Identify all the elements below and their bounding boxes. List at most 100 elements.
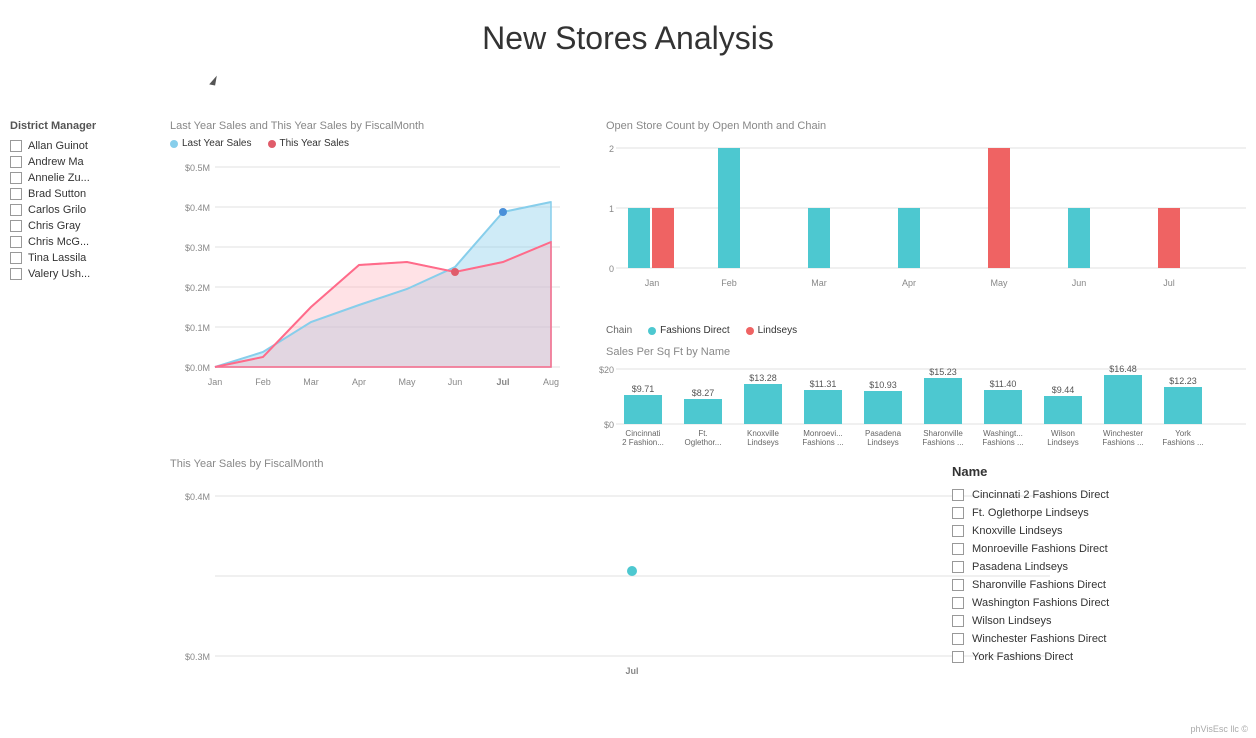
legend-checkbox[interactable]	[952, 651, 964, 663]
legend-panel-item[interactable]: Pasadena Lindseys	[952, 561, 1240, 573]
sidebar-checkbox[interactable]	[10, 140, 22, 152]
sidebar-item[interactable]: Annelie Zu...	[10, 172, 150, 184]
legend-panel-item[interactable]: York Fashions Direct	[952, 651, 1240, 663]
svg-text:Feb: Feb	[721, 278, 737, 288]
svg-text:Washingt...: Washingt...	[983, 429, 1023, 438]
sidebar-checkbox[interactable]	[10, 220, 22, 232]
chart-tr-title: Open Store Count by Open Month and Chain	[606, 120, 1246, 132]
svg-text:Jul: Jul	[1163, 278, 1175, 288]
legend-checkbox[interactable]	[952, 633, 964, 645]
svg-text:Jul: Jul	[496, 377, 509, 387]
legend-checkbox[interactable]	[952, 579, 964, 591]
sidebar-item[interactable]: Andrew Ma	[10, 156, 150, 168]
svg-text:Fashions ...: Fashions ...	[1102, 438, 1143, 447]
legend-panel-item[interactable]: Sharonville Fashions Direct	[952, 579, 1240, 591]
legend-panel-item[interactable]: Ft. Oglethorpe Lindseys	[952, 507, 1240, 519]
svg-text:$16.48: $16.48	[1109, 364, 1137, 374]
svg-text:$11.40: $11.40	[990, 379, 1017, 389]
sidebar-item[interactable]: Chris Gray	[10, 220, 150, 232]
svg-text:Knoxville: Knoxville	[747, 429, 780, 438]
svg-text:Mar: Mar	[811, 278, 827, 288]
svg-text:Lindseys: Lindseys	[1047, 438, 1079, 447]
main-content: Last Year Sales and This Year Sales by F…	[160, 110, 1256, 738]
sidebar-label: Brad Sutton	[28, 188, 86, 200]
legend-item-label: Winchester Fashions Direct	[972, 633, 1107, 645]
svg-text:May: May	[398, 377, 416, 387]
dot-red-jun	[451, 268, 459, 276]
legend-checkbox[interactable]	[952, 615, 964, 627]
sidebar-label: Annelie Zu...	[28, 172, 90, 184]
sidebar-checkbox[interactable]	[10, 252, 22, 264]
sidebar-item[interactable]: Tina Lassila	[10, 252, 150, 264]
this-year-dot	[268, 140, 276, 148]
legend-item-label: Sharonville Fashions Direct	[972, 579, 1106, 591]
chart-bl-title: This Year Sales by FiscalMonth	[170, 458, 1070, 470]
svg-text:$12.23: $12.23	[1169, 376, 1197, 386]
legend-item-label: Knoxville Lindseys	[972, 525, 1063, 537]
fashions-legend-item: Fashions Direct	[648, 325, 729, 336]
cursor-icon	[209, 75, 217, 86]
svg-text:$0.5M: $0.5M	[185, 163, 210, 173]
svg-text:Jan: Jan	[208, 377, 223, 387]
svg-text:Pasadena: Pasadena	[865, 429, 902, 438]
legend-checkbox[interactable]	[952, 561, 964, 573]
legend-checkbox[interactable]	[952, 489, 964, 501]
legend-item-label: Wilson Lindseys	[972, 615, 1051, 627]
legend-item-label: York Fashions Direct	[972, 651, 1073, 663]
sidebar-checkbox[interactable]	[10, 268, 22, 280]
legend-checkbox[interactable]	[952, 597, 964, 609]
sidebar-item[interactable]: Valery Ush...	[10, 268, 150, 280]
sidebar-item[interactable]: Allan Guinot	[10, 140, 150, 152]
legend-panel-item[interactable]: Wilson Lindseys	[952, 615, 1240, 627]
svg-text:Oglethor...: Oglethor...	[685, 438, 722, 447]
legend-panel-item[interactable]: Washington Fashions Direct	[952, 597, 1240, 609]
svg-text:Jun: Jun	[448, 377, 463, 387]
legend-panel-item[interactable]: Winchester Fashions Direct	[952, 633, 1240, 645]
chart-last-year-sales: Last Year Sales and This Year Sales by F…	[160, 110, 580, 430]
svg-text:Ft.: Ft.	[698, 429, 707, 438]
sidebar-checkbox[interactable]	[10, 204, 22, 216]
sales-sqft-title: Sales Per Sq Ft by Name	[606, 346, 1246, 358]
svg-text:$13.28: $13.28	[749, 373, 777, 383]
sidebar-checkbox[interactable]	[10, 156, 22, 168]
fashions-legend-dot	[648, 327, 656, 335]
svg-text:Mar: Mar	[303, 377, 319, 387]
legend-checkbox[interactable]	[952, 525, 964, 537]
sidebar-checkbox[interactable]	[10, 188, 22, 200]
legend-checkbox[interactable]	[952, 543, 964, 555]
last-year-dot	[170, 140, 178, 148]
last-year-label: Last Year Sales	[182, 138, 252, 149]
legend-panel-item[interactable]: Monroeville Fashions Direct	[952, 543, 1240, 555]
svg-text:Apr: Apr	[352, 377, 366, 387]
svg-text:Fashions ...: Fashions ...	[1162, 438, 1203, 447]
svg-text:Jul: Jul	[625, 666, 638, 676]
area-chart-svg: $0.5M $0.4M $0.3M $0.2M $0.1M $0.0M Ja	[170, 157, 560, 397]
svg-text:$9.71: $9.71	[632, 384, 655, 394]
sidebar-label: Valery Ush...	[28, 268, 90, 280]
sidebar-label: Allan Guinot	[28, 140, 88, 152]
legend-panel-title: Name	[952, 464, 1240, 479]
legend-panel-item[interactable]: Cincinnati 2 Fashions Direct	[952, 489, 1240, 501]
svg-text:$0.0M: $0.0M	[185, 363, 210, 373]
svg-text:Fashions ...: Fashions ...	[802, 438, 843, 447]
dot-this-year-jul	[627, 566, 637, 576]
sidebar-item[interactable]: Brad Sutton	[10, 188, 150, 200]
svg-text:Feb: Feb	[255, 377, 271, 387]
sidebar-label: Chris McG...	[28, 236, 89, 248]
svg-text:$0.4M: $0.4M	[185, 492, 210, 502]
svg-text:Lindseys: Lindseys	[747, 438, 779, 447]
svg-text:$20: $20	[599, 365, 614, 375]
svg-text:Fashions ...: Fashions ...	[982, 438, 1023, 447]
svg-text:York: York	[1175, 429, 1192, 438]
sidebar-item[interactable]: Carlos Grilo	[10, 204, 150, 216]
sidebar-checkbox[interactable]	[10, 236, 22, 248]
sidebar-checkbox[interactable]	[10, 172, 22, 184]
sidebar-item[interactable]: Chris McG...	[10, 236, 150, 248]
legend-panel-item[interactable]: Knoxville Lindseys	[952, 525, 1240, 537]
svg-text:Lindseys: Lindseys	[867, 438, 899, 447]
legend-checkbox[interactable]	[952, 507, 964, 519]
sidebar-label: Tina Lassila	[28, 252, 86, 264]
svg-text:Aug: Aug	[543, 377, 559, 387]
svg-text:$10.93: $10.93	[869, 380, 897, 390]
lindseys-legend-dot	[746, 327, 754, 335]
